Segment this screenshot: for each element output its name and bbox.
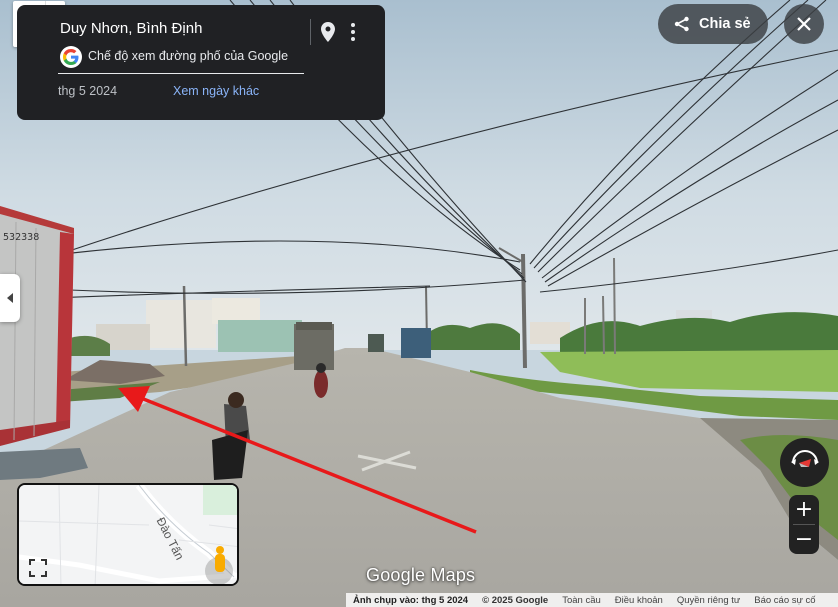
expand-icon[interactable]: [27, 557, 49, 579]
compass-button[interactable]: [780, 438, 829, 487]
footer-link-privacy[interactable]: Quyền riêng tư: [670, 595, 747, 606]
compass-icon: [790, 449, 819, 467]
chevron-left-icon: [7, 293, 13, 303]
street-view-subtitle: Chế độ xem đường phố của Google: [88, 49, 289, 63]
divider: [310, 19, 311, 45]
share-button[interactable]: Chia sẻ: [658, 4, 768, 44]
container-id-text: 532338: [3, 232, 40, 243]
footer-bar: Ảnh chụp vào: thg 5 2024 © 2025 Google T…: [346, 593, 838, 607]
place-title: Duy Nhơn, Bình Định: [60, 20, 203, 37]
collapse-panel-button[interactable]: [0, 274, 20, 322]
footer-link-report[interactable]: Báo cáo sự cố: [747, 595, 822, 606]
copyright: © 2025 Google: [482, 594, 549, 606]
zoom-control: + −: [789, 495, 819, 554]
footer-link-global[interactable]: Toàn cầu: [555, 595, 608, 606]
zoom-out-button[interactable]: −: [789, 525, 819, 554]
divider: [58, 73, 304, 74]
see-other-dates-link[interactable]: Xem ngày khác: [173, 84, 259, 98]
google-maps-watermark: Google Maps: [366, 565, 476, 585]
location-info-card: Duy Nhơn, Bình Định Chế độ xem đường phố…: [17, 5, 385, 120]
zoom-in-button[interactable]: +: [789, 495, 819, 524]
share-icon: [674, 16, 689, 32]
capture-date: thg 5 2024: [58, 84, 118, 98]
footer-link-terms[interactable]: Điều khoản: [608, 595, 670, 606]
more-vert-icon[interactable]: [343, 21, 363, 43]
capture-date-footer: Ảnh chụp vào: thg 5 2024: [353, 594, 469, 606]
close-button[interactable]: [784, 4, 824, 44]
share-label: Chia sẻ: [699, 16, 751, 32]
google-logo-icon: [60, 46, 82, 68]
location-pin-icon[interactable]: [317, 21, 339, 43]
close-icon: [797, 17, 811, 31]
minimap[interactable]: Đào Tấn: [17, 483, 239, 586]
